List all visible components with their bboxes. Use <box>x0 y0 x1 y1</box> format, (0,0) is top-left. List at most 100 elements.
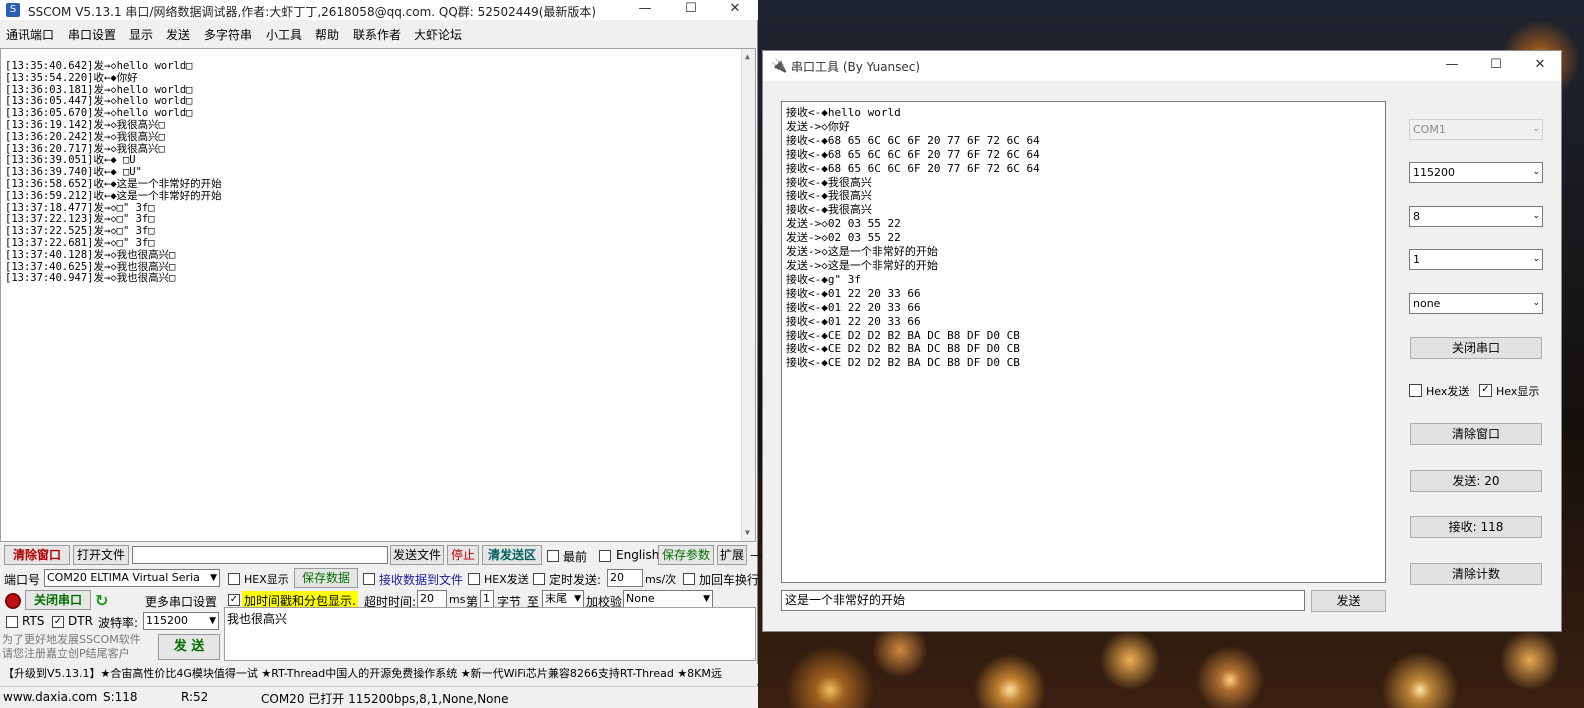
checksum-select-value: None <box>626 592 655 605</box>
byte-number-input[interactable]: 1 <box>480 590 494 608</box>
send-button[interactable]: 发 送 <box>158 634 220 660</box>
close-icon[interactable]: ✕ <box>712 0 758 20</box>
menu-forum[interactable]: 大虾论坛 <box>414 26 462 43</box>
port-select[interactable]: COM20 ELTIMA Virtual Seria ▼ <box>44 569 220 587</box>
tool-port-select[interactable]: COM1 ⌄ <box>1409 119 1543 140</box>
sscom-toolbar-row2: 端口号 COM20 ELTIMA Virtual Seria ▼ HEX显示 保存… <box>0 568 759 590</box>
scroll-up-icon[interactable]: ▲ <box>745 51 750 63</box>
tool-sent-count-button[interactable]: 发送: 20 <box>1410 470 1542 492</box>
status-port: COM20 已打开 115200bps,8,1,None,None <box>261 692 509 706</box>
save-params-button[interactable]: 保存参数 <box>658 545 714 565</box>
chevron-down-icon: ⌄ <box>1532 167 1540 177</box>
end-select-value: 末尾 <box>545 592 567 605</box>
tool-clear-window-button[interactable]: 清除窗口 <box>1410 423 1542 445</box>
send-text-value: 我也很高兴 <box>227 612 288 626</box>
status-received: R:52 <box>181 690 209 704</box>
tool-send-button[interactable]: 发送 <box>1311 590 1386 612</box>
port-label: 端口号 <box>4 573 41 587</box>
menu-multi-string[interactable]: 多字符串 <box>204 26 252 43</box>
maximize-icon[interactable]: ☐ <box>1473 56 1519 76</box>
port-select-value: COM20 ELTIMA Virtual Seria <box>47 571 200 584</box>
menu-comm-port[interactable]: 通讯端口 <box>6 26 54 43</box>
minimize-icon[interactable]: — <box>1429 56 1475 76</box>
clear-send-button[interactable]: 清发送区 <box>482 545 542 565</box>
stop-button[interactable]: 停止 <box>447 545 479 565</box>
tool-hex-send-checkbox[interactable] <box>1409 384 1422 397</box>
recv-line: 接收<-◆68 65 6C 6C 6F 20 77 6F 72 6C 64 <box>786 147 1040 161</box>
tool-databits-select[interactable]: 8 ⌄ <box>1409 206 1543 227</box>
menu-help[interactable]: 帮助 <box>315 26 339 43</box>
add-crlf-checkbox[interactable] <box>683 573 695 585</box>
tool-send-input[interactable]: 这是一个非常好的开始 <box>781 590 1305 611</box>
dtr-checkbox[interactable]: ✓ <box>52 616 64 628</box>
status-site[interactable]: www.daxia.com <box>3 690 97 704</box>
tool-databits-value: 8 <box>1413 210 1420 223</box>
ticker-bar[interactable]: 【升级到V5.13.1】★合宙高性价比4G模块值得一试 ★RT-Thread中国… <box>0 664 758 684</box>
log-line: [13:36:20.242]发→◇我很高兴□ <box>5 130 165 143</box>
recv-line: 接收<-◆g" 3f <box>786 272 861 286</box>
log-scrollbar[interactable]: ▲ ▼ <box>741 49 755 541</box>
port-status-icon <box>5 593 21 609</box>
sscom-receive-log[interactable]: [13:35:40.642]发→◇hello world□ [13:35:54.… <box>0 48 756 542</box>
send-text-area[interactable]: 我也很高兴 <box>224 607 756 661</box>
tool-close-port-button[interactable]: 关闭串口 <box>1410 337 1542 359</box>
tool-hex-display-checkbox[interactable]: ✓ <box>1479 384 1492 397</box>
close-port-button[interactable]: 关闭串口 <box>25 590 91 610</box>
dtr-label: DTR <box>68 614 93 628</box>
expand-button[interactable]: 扩展 <box>717 545 747 565</box>
scroll-down-icon[interactable]: ▼ <box>745 527 750 539</box>
timed-send-checkbox[interactable] <box>533 573 545 585</box>
tool-stopbits-value: 1 <box>1413 253 1420 266</box>
clear-window-button[interactable]: 清除窗口 <box>4 545 70 565</box>
tool-baud-select[interactable]: 115200 ⌄ <box>1409 162 1543 183</box>
tool-received-count-button[interactable]: 接收: 118 <box>1410 516 1542 538</box>
file-path-input[interactable] <box>132 546 388 564</box>
extra-dash: — <box>750 548 762 562</box>
log-line: [13:35:54.220]收←◆你好 <box>5 71 138 84</box>
baud-label: 波特率: <box>98 616 139 630</box>
interval-input[interactable]: 20 <box>607 569 643 587</box>
topmost-checkbox[interactable] <box>547 550 559 562</box>
sscom-toolbar-row1: 清除窗口 打开文件 发送文件 停止 清发送区 最前 English 保存参数 扩… <box>0 545 762 567</box>
tool-receive-area[interactable]: 接收<-◆hello world 发送->◇你好 接收<-◆68 65 6C 6… <box>781 101 1386 583</box>
maximize-icon[interactable]: ☐ <box>668 0 714 20</box>
log-line: [13:37:40.128]发→◇我也很高兴□ <box>5 248 176 261</box>
menu-serial-settings[interactable]: 串口设置 <box>68 26 116 43</box>
log-line: [13:36:59.212]收←◆这是一个非常好的开始 <box>5 189 222 202</box>
sscom-app-icon: S <box>6 3 20 17</box>
rts-checkbox[interactable] <box>6 616 18 628</box>
hex-send-checkbox[interactable] <box>468 573 480 585</box>
recv-to-file-label: 接收数据到文件 <box>379 573 464 587</box>
menu-send[interactable]: 发送 <box>166 26 190 43</box>
tool-parity-select[interactable]: none ⌄ <box>1409 293 1543 314</box>
tool-hex-send-label: Hex发送 <box>1426 385 1470 398</box>
english-checkbox[interactable] <box>599 550 611 562</box>
refresh-icon[interactable]: ↻ <box>95 591 108 610</box>
tool-stopbits-select[interactable]: 1 ⌄ <box>1409 249 1543 270</box>
save-data-button[interactable]: 保存数据 <box>294 568 358 588</box>
close-icon[interactable]: ✕ <box>1517 56 1563 76</box>
menu-display[interactable]: 显示 <box>129 26 153 43</box>
more-settings-label[interactable]: 更多串口设置 <box>145 593 217 610</box>
end-select[interactable]: 末尾 ▼ <box>542 590 584 608</box>
recv-to-file-checkbox[interactable] <box>363 573 375 585</box>
tool-clear-count-button[interactable]: 清除计数 <box>1410 563 1542 585</box>
minimize-icon[interactable]: — <box>622 0 668 20</box>
checksum-select[interactable]: None ▼ <box>623 590 713 608</box>
recv-line: 发送->◇这是一个非常好的开始 <box>786 245 938 259</box>
chevron-down-icon: ⌄ <box>1532 211 1540 221</box>
menu-tools[interactable]: 小工具 <box>266 26 302 43</box>
topmost-label: 最前 <box>563 550 588 564</box>
recv-line: 接收<-◆68 65 6C 6C 6F 20 77 6F 72 6C 64 <box>786 133 1040 147</box>
menu-contact[interactable]: 联系作者 <box>353 26 401 43</box>
recv-line: 接收<-◆CE D2 D2 B2 BA DC B8 DF D0 CB <box>786 356 1020 370</box>
baud-select[interactable]: 115200 ▼ <box>143 612 219 630</box>
timestamp-checkbox[interactable]: ✓ <box>228 594 240 606</box>
hex-send-label: HEX发送 <box>484 573 529 586</box>
hex-display-label: HEX显示 <box>244 573 289 586</box>
promo-text[interactable]: 为了更好地发展SSCOM软件 请您注册嘉立创P结尾客户 <box>2 633 152 661</box>
hex-display-checkbox[interactable] <box>228 573 240 585</box>
open-file-button[interactable]: 打开文件 <box>73 545 129 565</box>
timeout-input[interactable]: 20 <box>417 590 447 608</box>
send-file-button[interactable]: 发送文件 <box>390 545 444 565</box>
